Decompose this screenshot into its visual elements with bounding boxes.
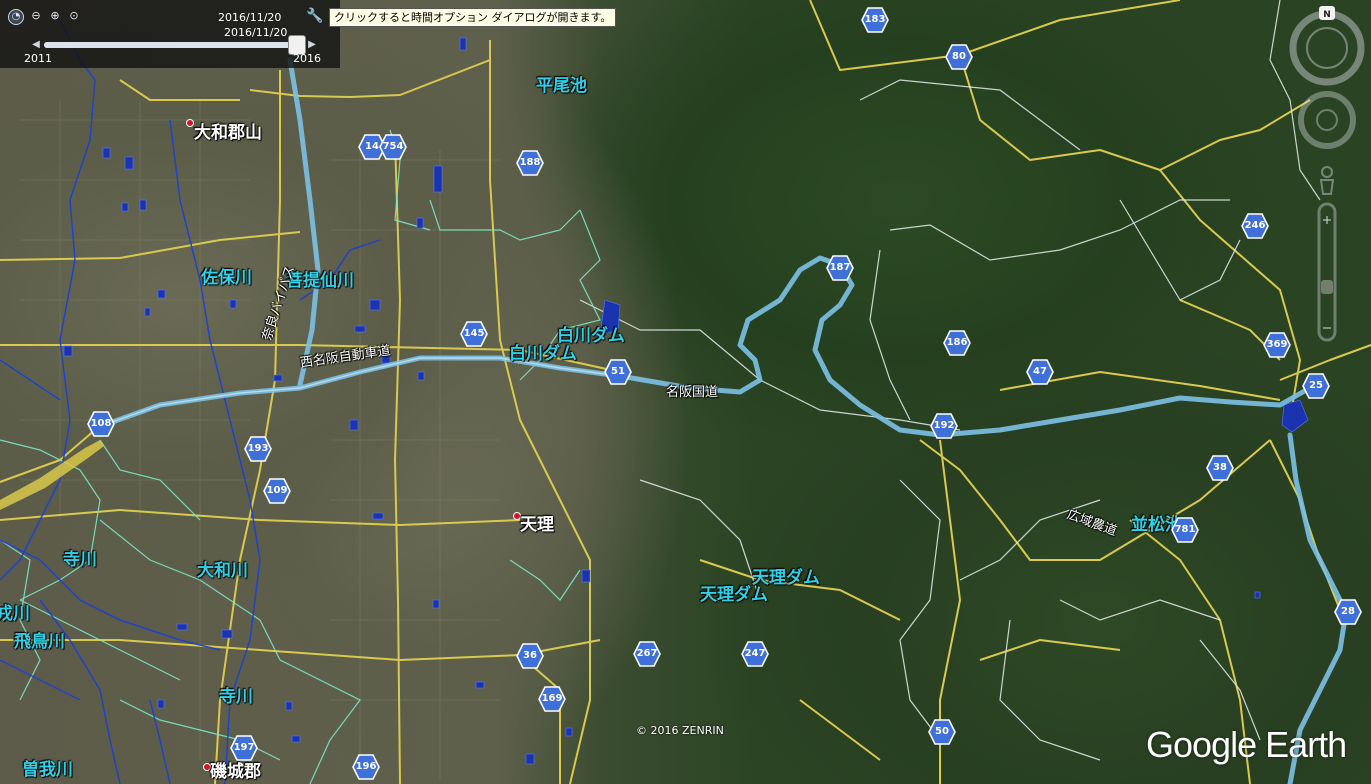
current-date: 2016/11/20	[218, 11, 282, 24]
route-shield: 188	[516, 150, 544, 176]
water-label-left-edge-river: 戎川	[0, 604, 30, 624]
time-slider-fill	[44, 42, 296, 48]
water-label-tera-gawa: 寺川	[63, 550, 97, 570]
route-shield: 108	[87, 411, 115, 437]
water-label-tenri-dam: 天理ダム	[700, 585, 768, 605]
look-compass-ring[interactable]	[1289, 10, 1365, 86]
route-number: 247	[744, 648, 766, 659]
slider-date: 2016/11/20	[224, 26, 288, 39]
route-number: 36	[523, 650, 537, 661]
route-number: 187	[829, 262, 851, 273]
place-label-yamatokoriyama: 大和郡山	[194, 123, 262, 143]
route-shield: 145	[460, 321, 488, 347]
route-shield: 267	[633, 641, 661, 667]
water-label-hirao-ike: 平尾池	[536, 76, 587, 96]
route-shield: 28	[1334, 599, 1362, 625]
route-shield: 25	[1302, 373, 1330, 399]
route-number: 51	[611, 366, 625, 377]
route-shield: 754	[379, 134, 407, 160]
street-view-pegman-icon[interactable]	[1319, 166, 1335, 195]
route-number: 781	[1174, 524, 1196, 535]
route-number: 28	[1341, 606, 1355, 617]
water-label-yamato-gawa: 大和川	[197, 561, 248, 581]
route-shield: 169	[538, 686, 566, 712]
step-forward-icon[interactable]: ▶	[306, 38, 318, 52]
north-label: N	[1323, 10, 1331, 20]
move-joystick[interactable]	[1298, 91, 1356, 149]
reset-zoom-icon[interactable]: ⊙	[67, 9, 81, 23]
route-number: 197	[233, 742, 255, 753]
route-shield: 80	[945, 44, 973, 70]
historical-imagery-panel: ◔ ⊖ ⊕ ⊙ 2016/11/20 2016/11/20 ◀ ▶ 2011 2…	[0, 0, 340, 68]
clock-icon[interactable]: ◔	[8, 9, 24, 25]
route-shield: 183	[861, 7, 889, 33]
step-back-icon[interactable]: ◀	[30, 38, 42, 52]
route-shield: 47	[1026, 359, 1054, 385]
zoom-in-icon[interactable]: ⊕	[48, 9, 62, 23]
zoom-slider[interactable]	[1317, 202, 1337, 342]
route-number: 188	[519, 157, 541, 168]
route-number: 754	[382, 141, 404, 152]
copyright-notice: © 2016 ZENRIN	[636, 724, 724, 737]
route-number: 25	[1309, 380, 1323, 391]
route-number: 109	[266, 485, 288, 496]
water-label-shirakawa-dam: 白川ダム	[509, 344, 577, 364]
route-number: 145	[463, 328, 485, 339]
route-number: 80	[952, 51, 966, 62]
zoom-out-icon[interactable]: ⊖	[29, 9, 43, 23]
google-earth-logo: Google Earth	[1146, 724, 1347, 765]
route-shield: 50	[928, 719, 956, 745]
route-number: 186	[946, 337, 968, 348]
route-number: 108	[90, 418, 112, 429]
route-number: 38	[1213, 462, 1227, 473]
route-shield: 197	[230, 735, 258, 761]
route-shield: 192	[930, 413, 958, 439]
wrench-icon[interactable]: 🔧	[306, 9, 323, 23]
place-label-tenri: 天理	[520, 515, 554, 535]
route-shield: 193	[244, 436, 272, 462]
route-number: 192	[933, 420, 955, 431]
route-number: 47	[1033, 366, 1047, 377]
water-label-saho-gawa: 佐保川	[201, 268, 252, 288]
year-end: 2016	[293, 52, 321, 65]
route-shield: 781	[1171, 517, 1199, 543]
route-number: 267	[636, 648, 658, 659]
route-shield: 36	[516, 643, 544, 669]
route-shield: 38	[1206, 455, 1234, 481]
tooltip: クリックすると時間オプション ダイアログが開きます。	[329, 8, 617, 27]
route-shield: 186	[943, 330, 971, 356]
route-number: 183	[864, 14, 886, 25]
route-shield: 196	[352, 754, 380, 780]
route-number: 193	[247, 443, 269, 454]
year-start: 2011	[24, 52, 52, 65]
route-number: 50	[935, 726, 949, 737]
route-number: 169	[541, 693, 563, 704]
route-shield: 109	[263, 478, 291, 504]
road-label-meihan-kokudo: 名阪国道	[666, 385, 719, 400]
route-shield: 246	[1241, 213, 1269, 239]
route-shield: 247	[741, 641, 769, 667]
water-label-soga-gawa: 曽我川	[22, 760, 73, 780]
navigation-controls: N	[1281, 0, 1371, 360]
water-label-tera-gawa: 寺川	[219, 687, 253, 707]
route-shield: 51	[604, 359, 632, 385]
route-number: 246	[1244, 220, 1266, 231]
route-number: 196	[355, 761, 377, 772]
time-slider-track[interactable]	[44, 35, 306, 55]
place-marker-yamatokoriyama	[186, 119, 194, 127]
route-shield: 187	[826, 255, 854, 281]
water-label-asuka-gawa: 飛鳥川	[14, 632, 65, 652]
